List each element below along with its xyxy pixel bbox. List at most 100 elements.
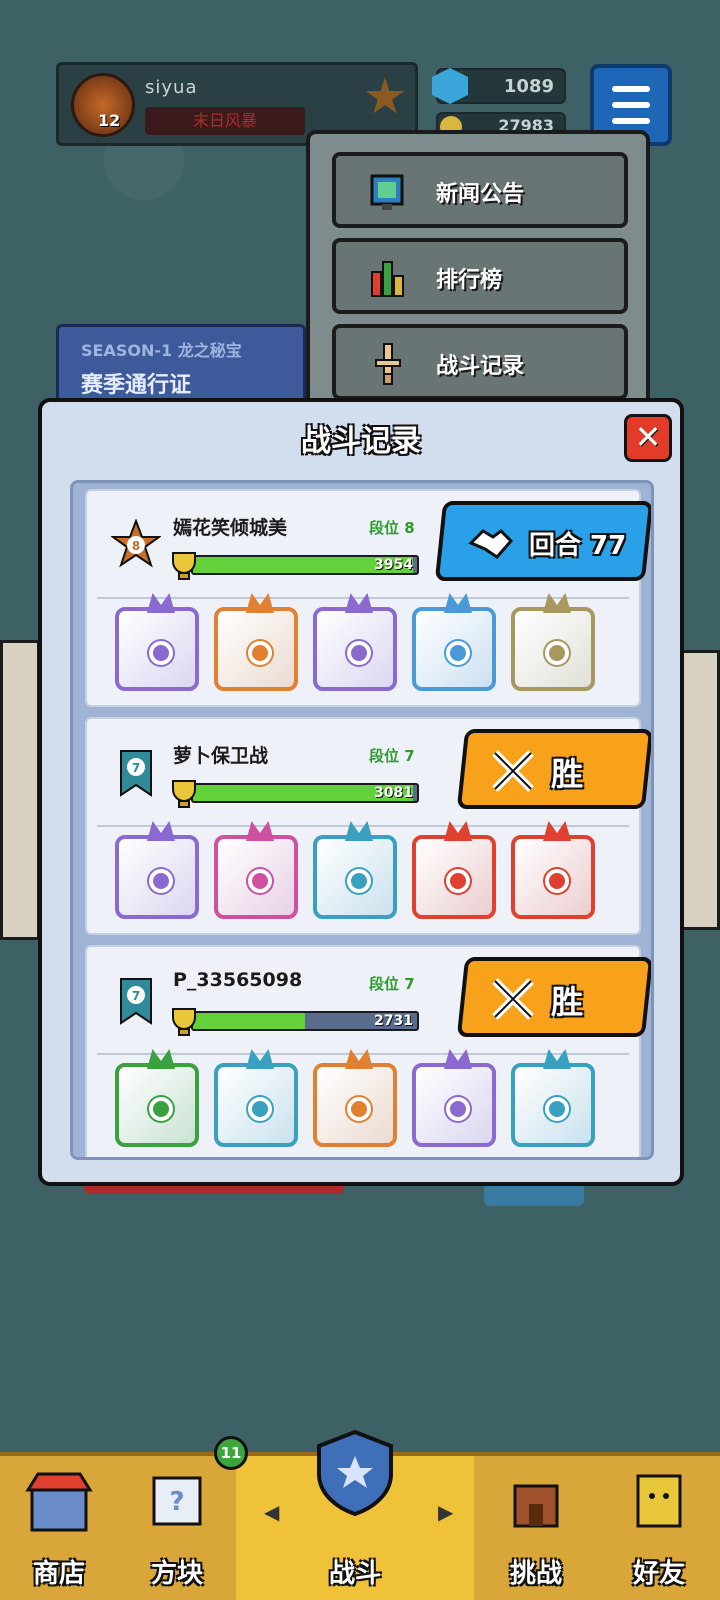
dice-pip bbox=[549, 873, 565, 889]
dice-crest-icon bbox=[543, 593, 571, 613]
nav-shop[interactable]: 商店 bbox=[0, 1456, 118, 1600]
nav-friends[interactable]: 好友 bbox=[598, 1456, 720, 1600]
trophy-score: 3954 bbox=[374, 557, 413, 573]
dice-pip bbox=[153, 873, 169, 889]
dice-card bbox=[115, 821, 199, 919]
trophy-score: 3081 bbox=[374, 785, 413, 801]
dice-deck bbox=[115, 1049, 615, 1157]
nav-label: 方块 bbox=[150, 1559, 203, 1589]
svg-text:?: ? bbox=[169, 1487, 184, 1517]
side-panel-left bbox=[0, 640, 40, 940]
crossed-swords-icon bbox=[492, 978, 534, 1020]
dice-card bbox=[115, 593, 199, 691]
close-button[interactable]: ✕ bbox=[624, 414, 672, 462]
dice-pip bbox=[252, 645, 268, 661]
monitor-icon bbox=[370, 174, 404, 210]
result-text: 回合 77 bbox=[529, 531, 627, 561]
player-title: 末日风暴 bbox=[145, 107, 305, 135]
trophy-icon bbox=[172, 780, 196, 808]
dice-pip bbox=[549, 645, 565, 661]
dice-card bbox=[511, 821, 595, 919]
dice-pip bbox=[351, 1101, 367, 1117]
dice-crest-icon bbox=[543, 1049, 571, 1069]
battle-record-row[interactable]: 8 嫣花笑倾城美 段位 8 3954 回合 77 bbox=[85, 489, 651, 707]
opponent-name: 萝卜保卫战 bbox=[173, 745, 269, 767]
dice-card bbox=[511, 593, 595, 691]
dice-pip bbox=[351, 645, 367, 661]
battle-record-row[interactable]: 7 萝卜保卫战 段位 7 3081 胜 bbox=[85, 717, 651, 935]
hamburger-icon bbox=[612, 86, 650, 92]
result-text: 胜 bbox=[551, 983, 584, 1021]
rank-number: 8 bbox=[132, 539, 140, 553]
castle-icon bbox=[513, 1484, 559, 1528]
friend-block-icon bbox=[636, 1474, 682, 1528]
dice-card bbox=[412, 1049, 496, 1147]
dice-crest-icon bbox=[147, 1049, 175, 1069]
dice-card bbox=[214, 593, 298, 691]
nav-label: 挑战 bbox=[509, 1559, 562, 1589]
battle-record-list[interactable]: 8 嫣花笑倾城美 段位 8 3954 回合 77 7 萝卜保卫战 段位 7 30… bbox=[70, 480, 654, 1160]
rank-label: 段位 7 bbox=[369, 975, 415, 993]
close-icon: ✕ bbox=[634, 418, 662, 456]
dropdown-menu: 新闻公告 排行榜 战斗记录 bbox=[306, 130, 650, 410]
player-level: 12 bbox=[98, 111, 121, 130]
opponent-name: P_33565098 bbox=[173, 969, 303, 991]
nav-blocks[interactable]: ? 方块 bbox=[118, 1456, 236, 1600]
nav-challenge[interactable]: 挑战 bbox=[474, 1456, 598, 1600]
trophy-icon bbox=[172, 552, 196, 580]
result-button[interactable]: 胜 bbox=[456, 957, 651, 1037]
player-name: siyua bbox=[145, 77, 198, 98]
dice-crest-icon bbox=[345, 1049, 373, 1069]
gem-count: 1089 bbox=[503, 76, 554, 97]
dice-crest-icon bbox=[147, 821, 175, 841]
shop-icon bbox=[25, 1472, 93, 1532]
menu-item-label: 战斗记录 bbox=[436, 354, 525, 379]
rank-label: 段位 7 bbox=[369, 747, 415, 765]
rank-star-icon: 8 bbox=[111, 519, 161, 568]
battle-record-row[interactable]: 7 P_33565098 段位 7 2731 胜 bbox=[85, 945, 651, 1157]
result-button[interactable]: 回合 77 bbox=[434, 501, 651, 581]
dice-pip bbox=[450, 873, 466, 889]
menu-item-battle-record[interactable]: 战斗记录 bbox=[332, 324, 628, 400]
dice-crest-icon bbox=[345, 821, 373, 841]
opponent-name: 嫣花笑倾城美 bbox=[173, 517, 288, 539]
menu-item-label: 排行榜 bbox=[436, 268, 503, 293]
side-panel-right bbox=[680, 650, 720, 930]
nav-label: 商店 bbox=[32, 1559, 85, 1589]
result-button[interactable]: 胜 bbox=[456, 729, 651, 809]
season-subtitle: SEASON-1 龙之秘宝 bbox=[81, 341, 242, 360]
crossed-swords-icon bbox=[492, 750, 534, 792]
dice-card bbox=[313, 821, 397, 919]
leaderboard-icon bbox=[371, 261, 404, 297]
gem-icon bbox=[432, 68, 468, 104]
trophy-icon bbox=[172, 1008, 196, 1036]
trophy-score: 2731 bbox=[374, 1013, 413, 1029]
rank-number: 7 bbox=[132, 761, 140, 775]
dice-card bbox=[412, 821, 496, 919]
dice-deck bbox=[115, 821, 615, 929]
nav-label: 好友 bbox=[632, 1559, 685, 1589]
menu-item-leaderboard[interactable]: 排行榜 bbox=[332, 238, 628, 314]
rank-ribbon-icon: 7 bbox=[120, 750, 152, 797]
dice-card bbox=[511, 1049, 595, 1147]
menu-item-news[interactable]: 新闻公告 bbox=[332, 152, 628, 228]
nav-left-arrow-icon[interactable]: ◀ bbox=[264, 1500, 279, 1524]
dice-pip bbox=[153, 1101, 169, 1117]
dice-pip bbox=[351, 873, 367, 889]
dice-pip bbox=[450, 645, 466, 661]
trophy-progress-bar: 3081 bbox=[191, 783, 419, 803]
dice-card bbox=[214, 821, 298, 919]
dice-crest-icon bbox=[444, 1049, 472, 1069]
season-pass-banner[interactable]: SEASON-1 龙之秘宝 赛季通行证 bbox=[56, 324, 306, 404]
trophy-progress-bar: 2731 bbox=[191, 1011, 419, 1031]
rank-number: 7 bbox=[132, 989, 140, 1003]
sword-icon bbox=[375, 343, 401, 385]
nav-battle[interactable]: 战斗 bbox=[236, 1429, 474, 1600]
trophy-progress-bar: 3954 bbox=[191, 555, 419, 575]
rank-label: 段位 8 bbox=[369, 519, 415, 537]
dice-crest-icon bbox=[246, 593, 274, 613]
dice-pip bbox=[252, 1101, 268, 1117]
battle-record-modal: 战斗记录 ✕ 8 嫣花笑倾城美 段位 8 3954 回合 77 7 萝卜保卫战 … bbox=[38, 398, 684, 1186]
nav-right-arrow-icon[interactable]: ▶ bbox=[438, 1500, 453, 1524]
battle-shield-icon bbox=[317, 1429, 393, 1517]
